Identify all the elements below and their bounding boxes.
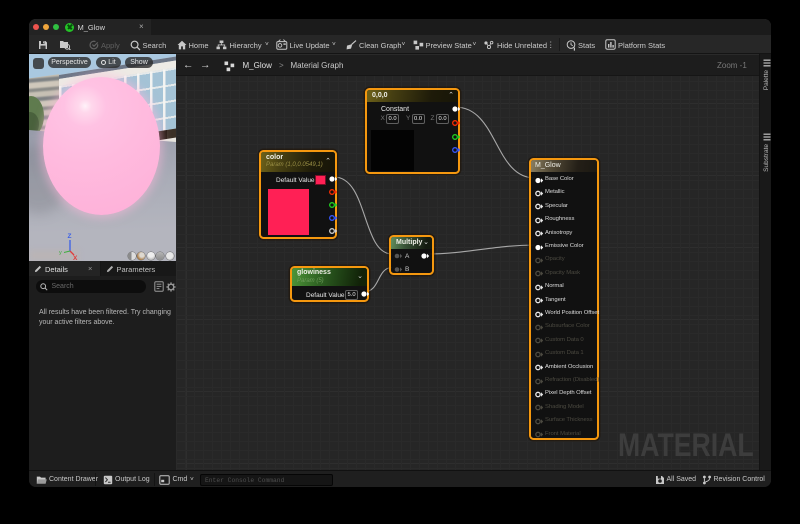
svg-text:Z: Z <box>68 233 72 240</box>
svg-text:X: X <box>73 255 78 260</box>
svg-text:y: y <box>59 250 62 256</box>
